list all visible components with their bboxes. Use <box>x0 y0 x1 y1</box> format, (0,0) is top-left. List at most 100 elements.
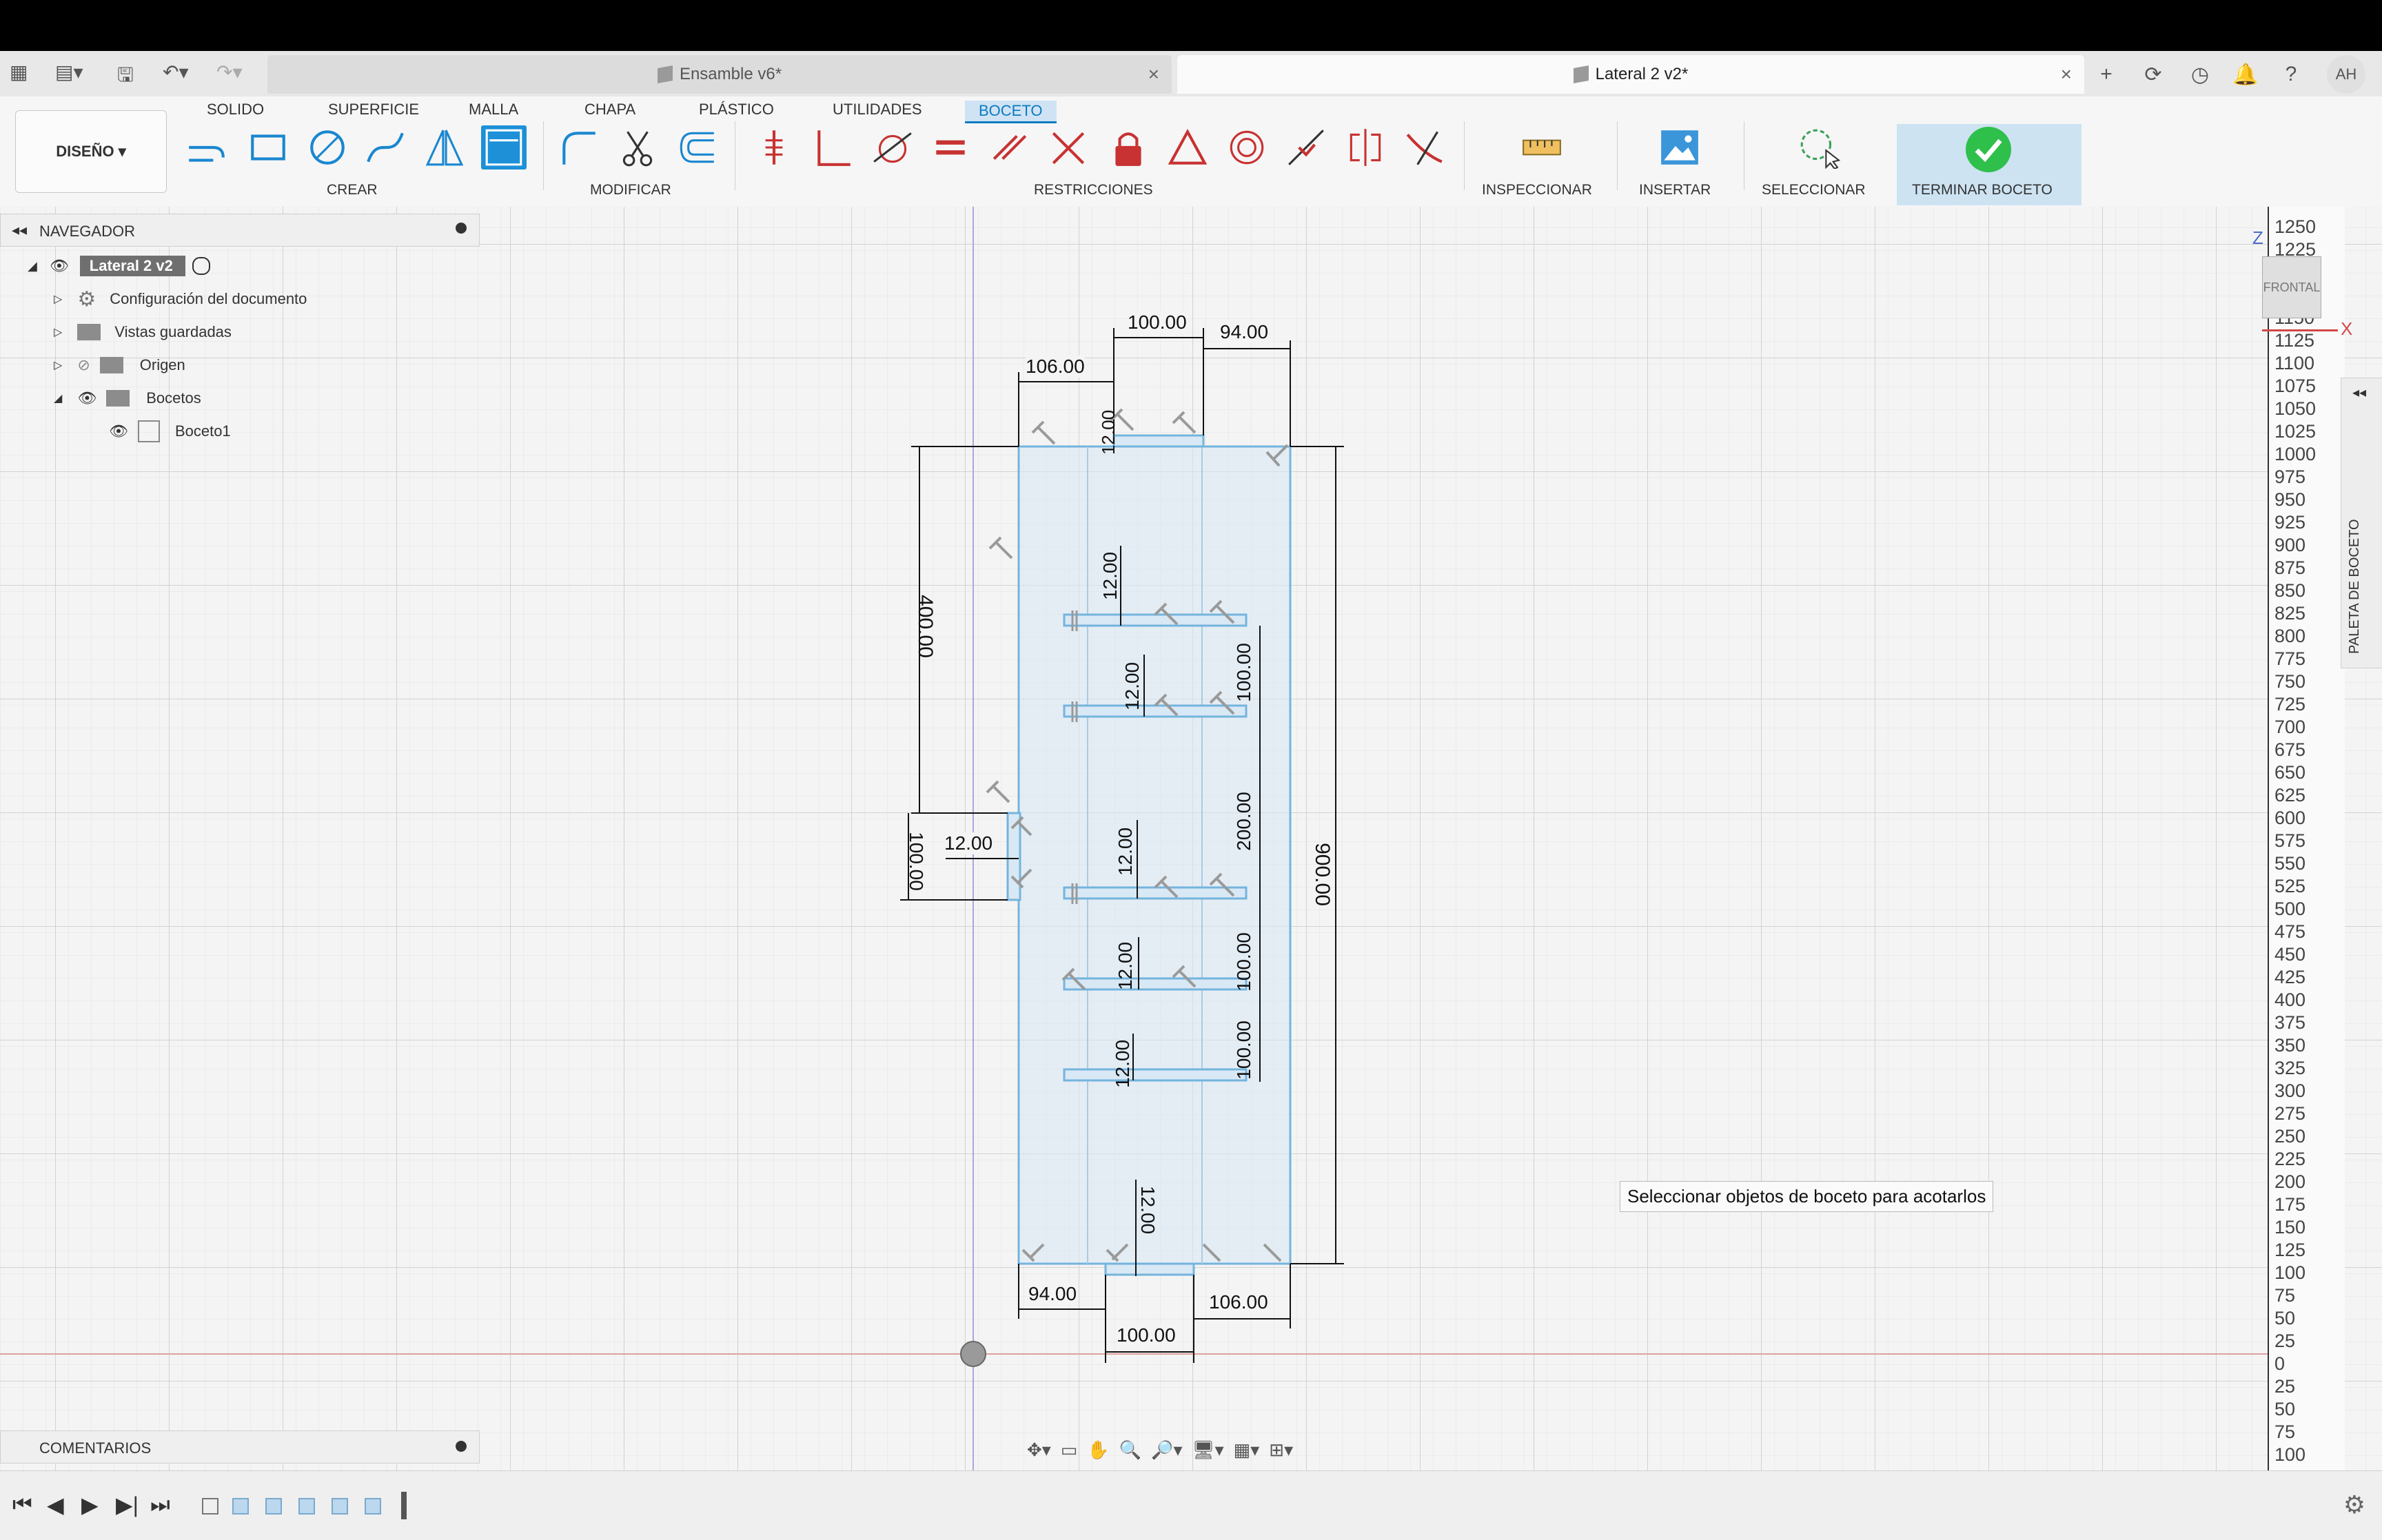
expand-palette-icon[interactable]: ◂◂ <box>2352 384 2366 401</box>
dim-right-100-b[interactable]: 100.00 <box>1233 932 1255 992</box>
group-restricciones[interactable]: RESTRICCIONES <box>1034 182 1153 198</box>
dim-total-900[interactable]: 900.00 <box>1310 843 1334 906</box>
dim-right-100-c[interactable]: 100.00 <box>1233 1020 1255 1080</box>
close-icon[interactable]: × <box>2061 63 2072 85</box>
browser-item-vistas[interactable]: ▷ Vistas guardadas <box>54 318 232 346</box>
help-icon[interactable]: ? <box>2276 59 2306 90</box>
tab-solido[interactable]: SOLIDO <box>207 101 264 119</box>
browser-item-bocetos[interactable]: ◢ 👁 Bocetos <box>54 384 201 412</box>
notifications-icon[interactable]: 🔔 <box>2230 59 2261 90</box>
fit-icon[interactable]: 🔎▾ <box>1151 1439 1182 1461</box>
dim-left-400[interactable]: 400.00 <box>913 595 937 658</box>
rectangle-tool-icon[interactable] <box>245 125 291 170</box>
skip-start-icon[interactable]: ⏮ <box>12 1492 32 1518</box>
browser-item-origen[interactable]: ▷ ⊘ Origen <box>54 351 185 379</box>
midpoint-constraint-icon[interactable] <box>1283 125 1329 170</box>
viewports-icon[interactable]: ⊞▾ <box>1269 1439 1293 1461</box>
dim-12-shelf2[interactable]: 12.00 <box>1121 662 1143 710</box>
grid-settings-icon[interactable]: ▦▾ <box>1234 1439 1260 1461</box>
finish-sketch-label[interactable]: TERMINAR BOCETO <box>1912 182 2053 198</box>
step-back-icon[interactable]: ◀ <box>47 1492 64 1518</box>
orbit-icon[interactable]: ✥▾ <box>1027 1439 1051 1461</box>
tab-malla[interactable]: MALLA <box>469 101 518 119</box>
dim-12-bottom[interactable]: 12.00 <box>1137 1186 1159 1234</box>
browser-item-config[interactable]: ▷ ⚙ Configuración del documento <box>54 285 307 313</box>
lock-constraint-icon[interactable] <box>1106 125 1151 170</box>
group-seleccionar[interactable]: SELECCIONAR <box>1762 182 1866 198</box>
tab-plastico[interactable]: PLÁSTICO <box>699 101 774 119</box>
checkmark-icon[interactable] <box>1966 127 2011 172</box>
symmetry-constraint-icon[interactable] <box>1343 125 1388 170</box>
eye-hidden-icon[interactable]: ⊘ <box>77 356 90 374</box>
expand-icon[interactable]: ◢ <box>54 391 62 405</box>
dim-top-100[interactable]: 100.00 <box>1128 311 1187 333</box>
parallel-constraint-icon[interactable] <box>987 125 1032 170</box>
eye-icon[interactable]: 👁 <box>50 257 69 275</box>
sketch-palette[interactable]: ◂◂ PALETA DE BOCETO <box>2341 378 2382 668</box>
eye-icon[interactable]: 👁 <box>109 422 128 440</box>
zoom-icon[interactable]: 🔍 <box>1119 1439 1141 1461</box>
triangle-constraint-icon[interactable] <box>1165 125 1210 170</box>
pan-icon[interactable]: ✋ <box>1087 1439 1109 1461</box>
concentric-constraint-icon[interactable] <box>1224 125 1270 170</box>
redo-icon[interactable]: ↷▾ <box>216 61 243 83</box>
dim-12-tab[interactable]: 12.00 <box>944 832 993 854</box>
activate-radio-icon[interactable] <box>192 257 210 275</box>
circle-tool-icon[interactable] <box>305 125 350 170</box>
dim-bottom-106[interactable]: 106.00 <box>1209 1291 1268 1313</box>
display-settings-icon[interactable]: 🖥▾ <box>1192 1439 1224 1461</box>
offset-tool-icon[interactable] <box>674 125 720 170</box>
play-icon[interactable]: ▶ <box>81 1492 99 1518</box>
dim-right-100-a[interactable]: 100.00 <box>1233 643 1255 702</box>
browser-header[interactable]: ◂◂ NAVEGADOR <box>0 214 480 247</box>
undo-icon[interactable]: ↶▾ <box>163 61 189 83</box>
select-tool-icon[interactable] <box>1796 125 1842 170</box>
tangent-constraint-icon[interactable] <box>870 125 915 170</box>
expand-icon[interactable]: ▷ <box>54 358 62 372</box>
tab-ensamble[interactable]: Ensamble v6* × <box>267 55 1172 94</box>
fix-constraint-icon[interactable] <box>751 125 797 170</box>
perpendicular-constraint-icon[interactable] <box>1046 125 1092 170</box>
tab-utilidades[interactable]: UTILIDADES <box>833 101 922 119</box>
coincident-constraint-icon[interactable] <box>811 125 856 170</box>
dim-12-shelf4[interactable]: 12.00 <box>1114 942 1137 990</box>
extensions-icon[interactable]: ⟳ <box>2138 59 2168 90</box>
dim-12-shelf3[interactable]: 12.00 <box>1114 828 1137 876</box>
trim-tool-icon[interactable] <box>615 125 660 170</box>
file-icon[interactable]: ▤▾ <box>55 61 83 83</box>
insert-image-icon[interactable] <box>1657 125 1702 170</box>
finish-sketch-panel[interactable]: TERMINAR BOCETO <box>1897 124 2081 205</box>
new-tab-icon[interactable]: + <box>2091 59 2121 90</box>
dimension-tool-icon[interactable] <box>481 125 527 170</box>
close-icon[interactable]: × <box>1148 63 1159 85</box>
view-cube-face[interactable]: FRONTAL <box>2262 256 2321 318</box>
browser-root[interactable]: ◢ 👁 Lateral 2 v2 <box>28 252 210 280</box>
workspace-dropdown[interactable]: DISEÑO ▾ <box>15 110 167 193</box>
skip-end-icon[interactable]: ⏭ <box>150 1492 170 1518</box>
dim-top-94[interactable]: 94.00 <box>1220 321 1269 343</box>
curvature-constraint-icon[interactable] <box>1402 125 1447 170</box>
expand-icon[interactable]: ◢ <box>28 259 37 274</box>
dim-bottom-100[interactable]: 100.00 <box>1117 1324 1176 1346</box>
user-avatar[interactable]: AH <box>2327 55 2365 94</box>
timeline-settings-icon[interactable]: ⚙ <box>2343 1490 2365 1519</box>
grid-icon[interactable]: ▦ <box>10 61 28 83</box>
comments-panel[interactable]: COMENTARIOS <box>0 1430 480 1464</box>
expand-icon[interactable]: ▷ <box>54 292 62 306</box>
spline-tool-icon[interactable] <box>363 125 408 170</box>
pin-icon[interactable] <box>456 223 467 234</box>
equal-constraint-icon[interactable] <box>928 125 973 170</box>
pin-icon[interactable] <box>456 1441 467 1452</box>
look-at-icon[interactable]: ▭ <box>1061 1439 1078 1461</box>
measure-tool-icon[interactable] <box>1519 125 1565 170</box>
dim-left-100[interactable]: 100.00 <box>905 832 927 891</box>
step-forward-icon[interactable]: ▶| <box>116 1492 139 1518</box>
tab-superficie[interactable]: SUPERFICIE <box>328 101 419 119</box>
job-status-icon[interactable]: ◷ <box>2185 59 2215 90</box>
dim-bottom-94[interactable]: 94.00 <box>1028 1283 1077 1305</box>
expand-icon[interactable]: ▷ <box>54 325 62 339</box>
group-modificar[interactable]: MODIFICAR <box>590 182 671 198</box>
tab-lateral[interactable]: Lateral 2 v2* × <box>1177 55 2084 94</box>
fillet-tool-icon[interactable] <box>556 125 601 170</box>
eye-icon[interactable]: 👁 <box>77 389 96 407</box>
